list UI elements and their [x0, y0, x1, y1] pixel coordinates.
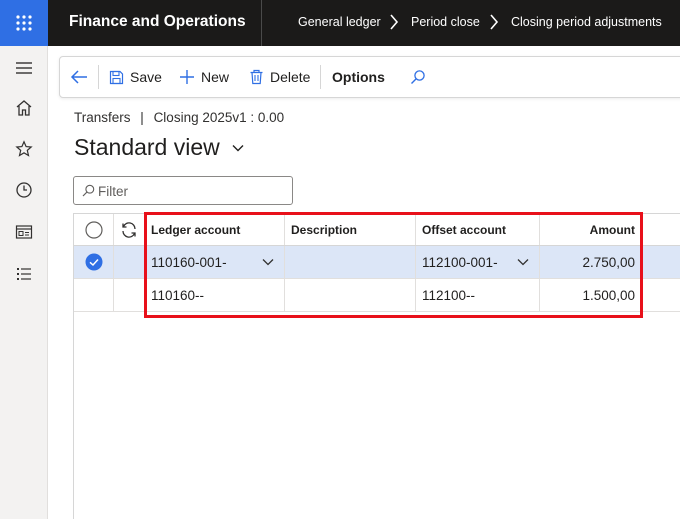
action-pane: Save New Delete Options [59, 56, 680, 98]
offset-account-value: 112100-001- [422, 254, 498, 270]
breadcrumb-period-close[interactable]: Period close [411, 15, 480, 29]
row-select-checkbox[interactable] [74, 279, 114, 311]
caption-separator: | [140, 110, 144, 125]
refresh-button[interactable] [114, 214, 145, 245]
breadcrumb-closing-period-adjustments[interactable]: Closing period adjustments [511, 15, 662, 29]
column-header-ledger-account[interactable]: Ledger account [145, 214, 285, 245]
chevron-right-icon [490, 14, 499, 30]
chevron-down-icon[interactable] [262, 258, 274, 266]
top-bar: Finance and Operations General ledger Pe… [0, 0, 680, 46]
page-caption: Transfers | Closing 2025v1 : 0.00 [74, 110, 284, 125]
options-tab[interactable]: Options [332, 57, 385, 97]
delete-label: Delete [270, 69, 311, 85]
filter-box[interactable] [73, 176, 293, 205]
trash-icon [250, 69, 263, 85]
nav-recent-button[interactable] [12, 178, 36, 202]
chevron-down-icon[interactable] [517, 258, 529, 266]
arrow-left-icon [70, 70, 87, 84]
description-cell[interactable] [285, 246, 416, 278]
search-button[interactable] [410, 57, 432, 97]
chevron-down-icon[interactable] [232, 144, 244, 152]
nav-modules-button[interactable] [12, 262, 36, 286]
workspace-icon [15, 225, 33, 239]
grid-header: Ledger account Description Offset accoun… [74, 213, 680, 246]
description-cell[interactable] [285, 279, 416, 311]
ledger-account-cell[interactable]: 110160-- [145, 279, 285, 311]
view-title[interactable]: Standard view [74, 134, 220, 161]
row-select-checkbox[interactable] [74, 246, 114, 278]
table-row[interactable]: 110160-001- 112100-001- 2.750,00 [74, 246, 680, 279]
plus-icon [180, 70, 194, 84]
column-header-description[interactable]: Description [285, 214, 416, 245]
select-all-checkbox[interactable] [74, 214, 114, 245]
back-button[interactable] [70, 57, 94, 97]
menu-icon [16, 62, 32, 74]
delete-button[interactable]: Delete [249, 57, 310, 97]
amount-cell[interactable]: 1.500,00 [540, 279, 642, 311]
filter-input[interactable] [98, 181, 288, 201]
transfers-grid: Ledger account Description Offset accoun… [73, 213, 680, 519]
nav-favorites-button[interactable] [12, 137, 36, 161]
save-label: Save [130, 69, 162, 85]
list-icon [17, 268, 31, 280]
caption-transfers: Transfers [74, 110, 131, 125]
nav-home-button[interactable] [12, 96, 36, 120]
star-icon [15, 140, 33, 157]
save-icon [109, 70, 124, 84]
new-button[interactable]: New [179, 57, 229, 97]
amount-cell[interactable]: 2.750,00 [540, 246, 642, 278]
divider [320, 65, 321, 89]
row-spacer [114, 246, 145, 278]
search-icon [82, 184, 95, 197]
save-button[interactable]: Save [109, 57, 162, 97]
breadcrumb-general-ledger[interactable]: General ledger [298, 15, 381, 29]
offset-account-cell[interactable]: 112100-001- [416, 246, 540, 278]
app-launcher-button[interactable] [0, 0, 48, 46]
top-divider [261, 0, 262, 46]
left-nav [0, 46, 48, 519]
circle-checkbox-icon [84, 220, 103, 239]
caption-record: Closing 2025v1 : 0.00 [153, 110, 285, 125]
refresh-icon [122, 221, 136, 238]
home-icon [16, 100, 32, 116]
nav-workspaces-button[interactable] [12, 220, 36, 244]
new-label: New [201, 69, 230, 85]
app-title: Finance and Operations [69, 13, 246, 30]
checkmark-circle-icon [85, 253, 102, 271]
ledger-account-cell[interactable]: 110160-001- [145, 246, 285, 278]
offset-account-cell[interactable]: 112100-- [416, 279, 540, 311]
row-spacer [114, 279, 145, 311]
clock-icon [16, 182, 32, 198]
chevron-right-icon [390, 14, 399, 30]
column-header-amount[interactable]: Amount [540, 214, 642, 245]
waffle-icon [16, 15, 32, 31]
divider [98, 65, 99, 89]
table-row[interactable]: 110160-- 112100-- 1.500,00 [74, 279, 680, 312]
nav-menu-button[interactable] [12, 56, 36, 80]
ledger-account-value: 110160-001- [151, 254, 227, 270]
search-icon [411, 70, 425, 84]
column-header-offset-account[interactable]: Offset account [416, 214, 540, 245]
